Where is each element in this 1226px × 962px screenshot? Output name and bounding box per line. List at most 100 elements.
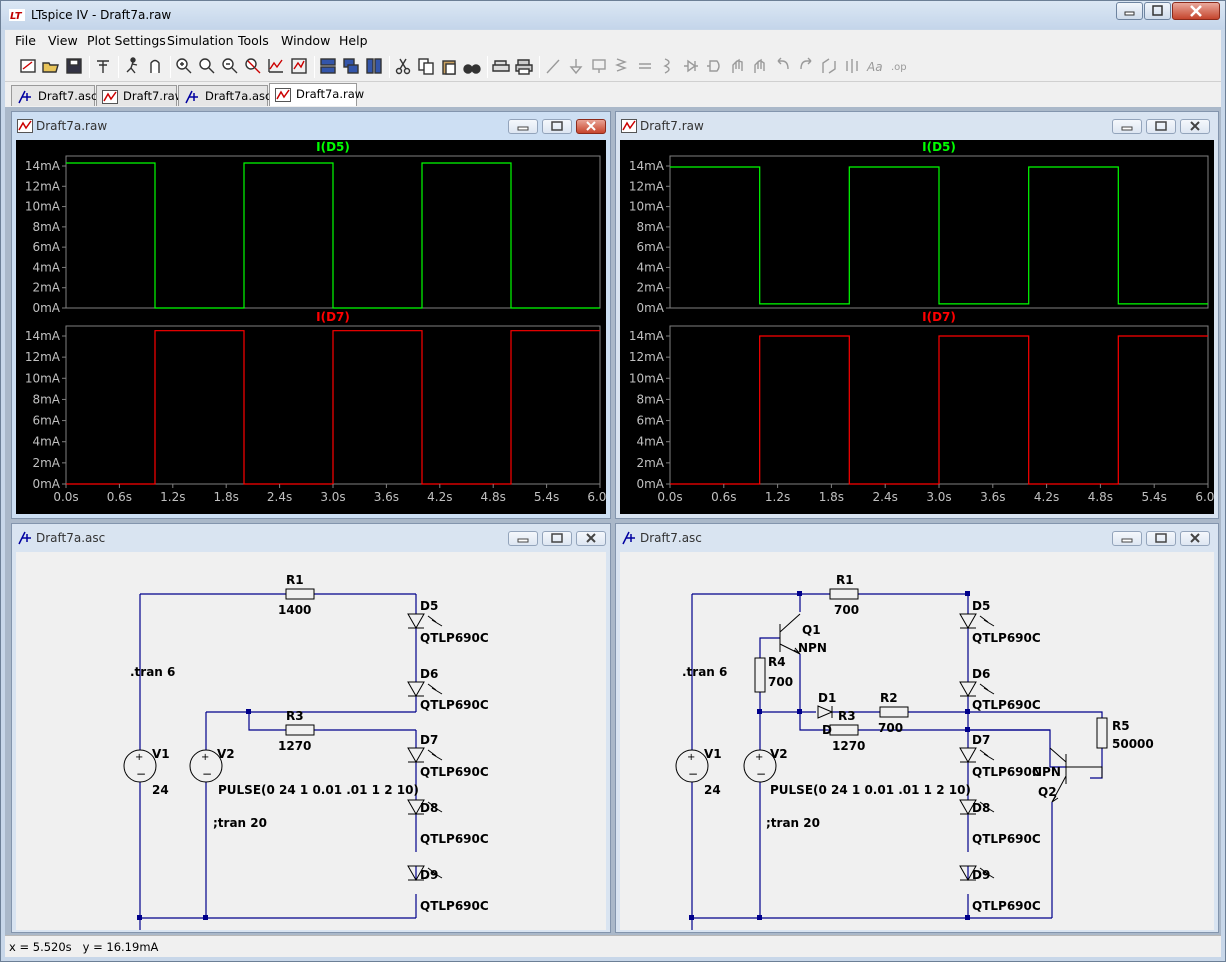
y-tick-label: 4mA — [32, 260, 60, 274]
diode-d1[interactable] — [817, 705, 834, 719]
x-tick-label: 1.8s — [214, 490, 239, 504]
child-minimize-button[interactable] — [1112, 119, 1142, 134]
print-setup-icon[interactable] — [492, 57, 510, 75]
tran-comment[interactable]: ;tran 20 — [766, 816, 820, 830]
resistor-r2[interactable] — [879, 706, 909, 718]
resistor-r3[interactable] — [285, 724, 315, 736]
zoom-area-icon[interactable] — [198, 57, 216, 75]
d8-model: QTLP690C — [972, 832, 1041, 846]
redo-icon[interactable] — [797, 57, 815, 75]
autorange-icon[interactable] — [267, 57, 285, 75]
save-icon[interactable] — [65, 57, 83, 75]
tab-draft7-raw[interactable]: Draft7.raw — [96, 85, 184, 106]
child-close-button[interactable] — [1180, 119, 1210, 134]
tran-directive[interactable]: .tran 6 — [682, 665, 727, 679]
restore-button[interactable] — [1144, 2, 1171, 20]
child-title-bar[interactable]: Draft7.asc — [616, 524, 1218, 552]
move-icon[interactable] — [728, 57, 746, 75]
zoom-cancel-icon[interactable] — [244, 57, 262, 75]
plot-area[interactable]: 14mA 12mA 10mA 8mA 6mA 4mA 2mA 0mA I(D5) 14mA 12mA… — [16, 140, 606, 514]
child-maximize-button[interactable] — [542, 531, 572, 546]
menu-window[interactable]: Window — [281, 33, 330, 48]
open-icon[interactable] — [42, 57, 60, 75]
new-schematic-icon[interactable] — [19, 57, 37, 75]
cascade-icon[interactable] — [342, 57, 360, 75]
menu-tools[interactable]: Tools — [238, 33, 269, 48]
draw-wire-icon[interactable] — [544, 57, 562, 75]
menu-plot-settings[interactable]: Plot Settings — [87, 33, 166, 48]
child-maximize-button[interactable] — [1146, 119, 1176, 134]
resistor-r1[interactable] — [285, 588, 315, 600]
zoom-out-icon[interactable] — [221, 57, 239, 75]
schematic-canvas[interactable]: +− +− R1 700 R2 700 R3 1270 R4 700 R5 50… — [620, 552, 1214, 930]
paste-icon[interactable] — [440, 57, 458, 75]
tab-draft7a-raw[interactable]: Draft7a.raw — [269, 83, 364, 106]
copy-icon[interactable] — [417, 57, 435, 75]
child-close-button[interactable] — [576, 119, 606, 134]
minimize-button[interactable] — [1116, 2, 1143, 20]
inductor-icon[interactable] — [659, 57, 677, 75]
run-icon[interactable] — [123, 57, 141, 75]
menu-help[interactable]: Help — [339, 33, 368, 48]
tile-horizontal-icon[interactable] — [319, 57, 337, 75]
d8-model: QTLP690C — [420, 832, 489, 846]
x-tick-label: 3.0s — [320, 490, 345, 504]
menu-file[interactable]: File — [15, 33, 36, 48]
spice-directive-icon[interactable]: .op — [889, 57, 907, 75]
toolbar-separator — [314, 56, 315, 78]
schematic-canvas[interactable]: +− +− R1 1400 R3 1270 V1 24 V2 PULSE(0 2… — [16, 552, 606, 930]
component-icon[interactable] — [705, 57, 723, 75]
tran-directive[interactable]: .tran 6 — [130, 665, 175, 679]
text-icon[interactable]: Aa — [866, 57, 884, 75]
child-minimize-button[interactable] — [1112, 531, 1142, 546]
drag-icon[interactable] — [751, 57, 769, 75]
tab-draft7-asc[interactable]: Draft7.asc — [11, 85, 97, 106]
y-tick-label: 4mA — [636, 435, 664, 449]
cut-icon[interactable] — [394, 57, 412, 75]
find-icon[interactable] — [463, 57, 481, 75]
menu-view[interactable]: View — [48, 33, 78, 48]
r2-name: R2 — [880, 691, 898, 705]
child-title-bar[interactable]: Draft7a.raw — [12, 112, 610, 140]
child-maximize-button[interactable] — [542, 119, 572, 134]
plot-area[interactable]: 14mA 12mA 10mA 8mA 6mA 4mA 2mA 0mA I(D5) 14mA 12mA… — [620, 140, 1214, 514]
child-title-bar[interactable]: Draft7a.asc — [12, 524, 610, 552]
waveform-window-draft7[interactable]: Draft7.raw 14mA 12mA 10mA 8mA 6mA 4mA 2mA 0mA I(… — [615, 111, 1219, 519]
ground-icon[interactable] — [567, 57, 585, 75]
halt-icon[interactable] — [146, 57, 164, 75]
child-minimize-button[interactable] — [508, 119, 538, 134]
schematic-window-draft7a[interactable]: Draft7a.asc + − + − R1 1400 R3 1270 V1 2… — [11, 523, 611, 933]
resistor-r3[interactable] — [829, 724, 859, 736]
child-minimize-button[interactable] — [508, 531, 538, 546]
trace-label: I(D5) — [316, 140, 350, 154]
tab-draft7a-asc[interactable]: Draft7a.asc — [178, 85, 271, 106]
resistor-icon[interactable] — [613, 57, 631, 75]
close-button[interactable] — [1172, 2, 1220, 20]
transistor-q1[interactable] — [779, 613, 801, 655]
tran-comment[interactable]: ;tran 20 — [213, 816, 267, 830]
x-tick-label: 3.6s — [980, 490, 1005, 504]
schematic-window-draft7[interactable]: Draft7.asc + − + − R1 700 R2 700 R3 1270… — [615, 523, 1219, 933]
ltspice-window: LT LTspice IV - Draft7a.raw File View Pl… — [0, 0, 1226, 962]
control-panel-icon[interactable] — [94, 57, 112, 75]
resistor-r4[interactable] — [754, 657, 766, 693]
tile-vertical-icon[interactable] — [365, 57, 383, 75]
pick-visible-traces-icon[interactable] — [290, 57, 308, 75]
label-net-icon[interactable] — [590, 57, 608, 75]
resistor-r1[interactable] — [829, 588, 859, 600]
resistor-r5[interactable] — [1096, 717, 1108, 749]
diode-icon[interactable] — [682, 57, 700, 75]
child-close-button[interactable] — [1180, 531, 1210, 546]
child-title-bar[interactable]: Draft7.raw — [616, 112, 1218, 140]
d5-name: D5 — [420, 599, 438, 613]
undo-icon[interactable] — [774, 57, 792, 75]
child-close-button[interactable] — [576, 531, 606, 546]
child-maximize-button[interactable] — [1146, 531, 1176, 546]
rotate-icon[interactable] — [820, 57, 838, 75]
zoom-in-icon[interactable] — [175, 57, 193, 75]
mirror-icon[interactable] — [843, 57, 861, 75]
print-icon[interactable] — [515, 57, 533, 75]
capacitor-icon[interactable] — [636, 57, 654, 75]
waveform-window-draft7a[interactable]: Draft7a.raw 14mA 12mA 10mA 8mA 6mA 4mA 2mA 0mA I… — [11, 111, 611, 519]
menu-simulation[interactable]: Simulation — [167, 33, 234, 48]
